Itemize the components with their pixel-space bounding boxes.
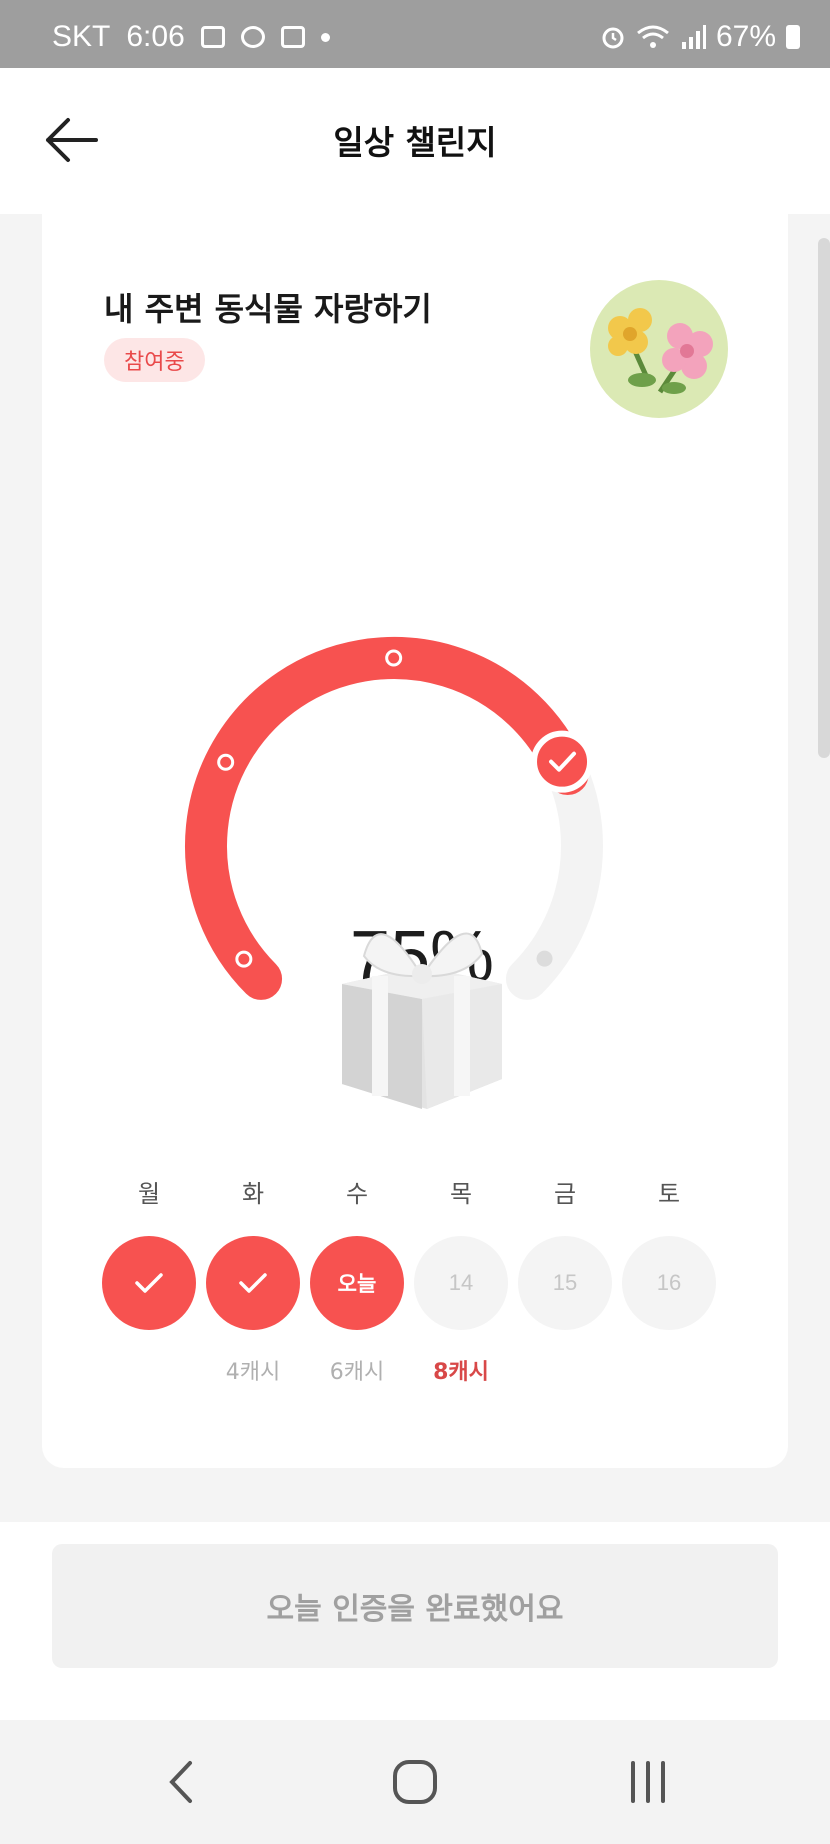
day-item: 월 bbox=[102, 1174, 196, 1384]
cash-reward-label: 8캐시 bbox=[433, 1360, 489, 1385]
nav-back-icon bbox=[169, 1761, 192, 1803]
day-item: 수오늘 6캐시 bbox=[310, 1174, 404, 1385]
check-icon bbox=[239, 1273, 267, 1293]
battery-percent: 67% bbox=[715, 20, 776, 53]
day-label: 목 bbox=[449, 1180, 473, 1208]
day-item: 목 14 8캐시 bbox=[414, 1174, 508, 1385]
day-label: 토 bbox=[657, 1180, 681, 1208]
page-title: 일상 챌린지 bbox=[333, 123, 497, 162]
certification-complete-button[interactable]: 오늘 인증을 완료했어요 bbox=[52, 1544, 778, 1668]
app-bar: 일상 챌린지 bbox=[0, 68, 830, 214]
nav-home-button[interactable] bbox=[375, 1750, 455, 1814]
system-nav-bar bbox=[0, 1720, 830, 1844]
flowers-icon bbox=[608, 308, 713, 394]
gauge-milestone-dot bbox=[217, 753, 235, 771]
nav-recents-icon bbox=[631, 1761, 665, 1803]
wifi-icon bbox=[637, 25, 669, 48]
signal-icon bbox=[681, 25, 706, 49]
challenge-card: 내 주변 동식물 자랑하기 참여중 75% 3회/4회 bbox=[42, 214, 788, 1468]
clock: 6:06 bbox=[126, 20, 185, 53]
day-status-circle: 오늘 bbox=[310, 1236, 404, 1330]
scrollbar[interactable] bbox=[818, 238, 830, 758]
day-item: 토 16 bbox=[622, 1174, 716, 1384]
status-left: SKT 6:06 bbox=[52, 20, 330, 54]
cash-reward-label bbox=[622, 1354, 716, 1384]
status-right: 67% bbox=[600, 20, 800, 54]
gift-box-icon bbox=[322, 904, 522, 1114]
day-label: 금 bbox=[553, 1180, 577, 1208]
day-status-circle: 14 bbox=[414, 1236, 508, 1330]
carrier-label: SKT bbox=[52, 20, 111, 53]
day-label: 화 bbox=[241, 1180, 265, 1208]
day-label: 수 bbox=[345, 1180, 369, 1208]
day-status-circle bbox=[206, 1236, 300, 1330]
day-item: 금 15 bbox=[518, 1174, 612, 1384]
cloud-notification-icon bbox=[240, 26, 265, 48]
day-status-circle: 16 bbox=[622, 1236, 716, 1330]
cash-reward-label bbox=[518, 1354, 612, 1384]
nav-home-icon bbox=[393, 1760, 437, 1804]
nav-recents-button[interactable] bbox=[608, 1750, 688, 1814]
gallery-notification-icon bbox=[200, 26, 225, 48]
check-icon bbox=[135, 1273, 163, 1293]
nav-back-button[interactable] bbox=[142, 1750, 222, 1814]
app-notification-icon bbox=[280, 26, 305, 48]
battery-icon bbox=[786, 25, 800, 49]
bottom-action-panel: 오늘 인증을 완료했어요 bbox=[0, 1522, 830, 1720]
day-status-circle bbox=[102, 1236, 196, 1330]
alarm-icon bbox=[602, 27, 624, 49]
day-label: 월 bbox=[137, 1180, 161, 1208]
more-notifications-icon bbox=[320, 32, 330, 42]
gauge-milestone-dot bbox=[385, 649, 403, 667]
cash-reward-label: 4캐시 bbox=[225, 1360, 281, 1385]
status-bar: SKT 6:06 67% bbox=[0, 0, 830, 68]
challenge-image bbox=[590, 280, 728, 418]
cash-reward-label bbox=[102, 1354, 196, 1384]
challenge-title: 내 주변 동식물 자랑하기 bbox=[104, 290, 432, 328]
gauge-current-marker bbox=[531, 730, 594, 793]
day-status-circle: 15 bbox=[518, 1236, 612, 1330]
day-item: 화 4캐시 bbox=[206, 1174, 300, 1385]
status-badge: 참여중 bbox=[104, 338, 205, 382]
cash-reward-label: 6캐시 bbox=[329, 1360, 385, 1385]
